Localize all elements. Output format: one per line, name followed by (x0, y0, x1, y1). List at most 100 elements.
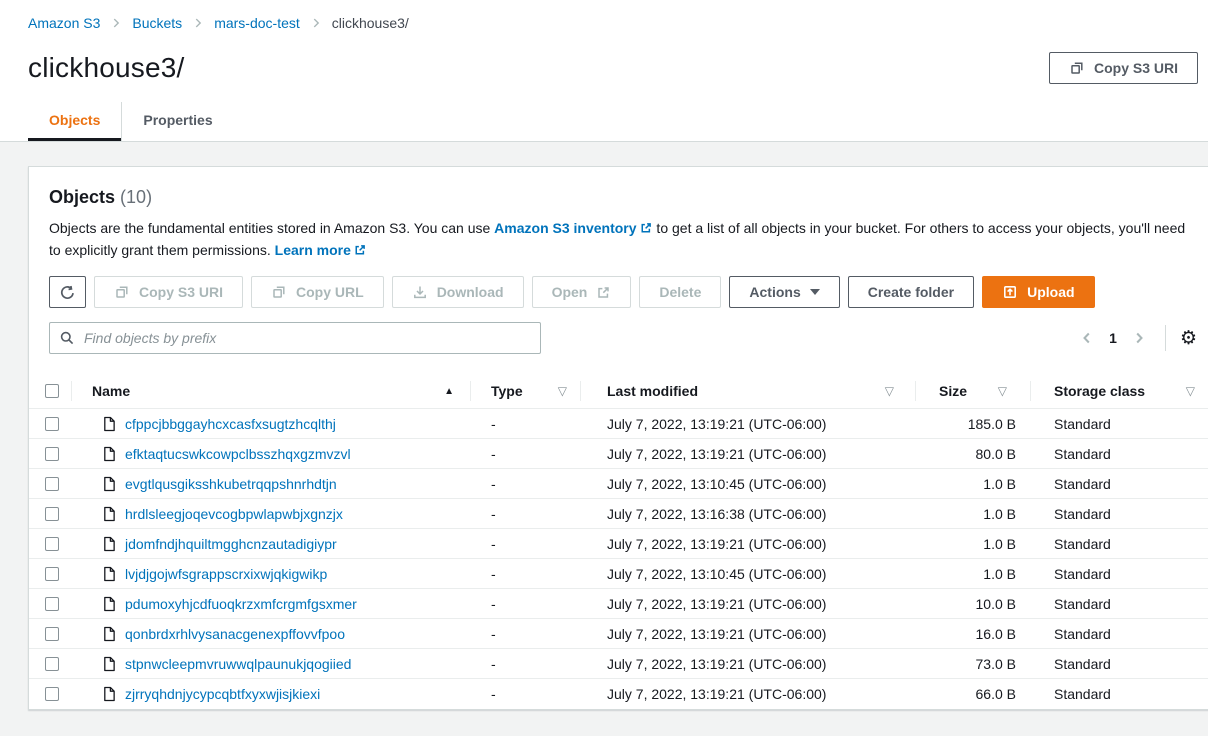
column-header-size[interactable]: Size ▽ (916, 374, 1031, 408)
amazon-s3-inventory-link[interactable]: Amazon S3 inventory (494, 220, 636, 236)
table-row: hrdlsleegjoqevcogbpwlapwbjxgnzjx - July … (29, 499, 1208, 529)
object-last-modified: July 7, 2022, 13:10:45 (UTC-06:00) (581, 469, 916, 498)
object-storage-class: Standard (1031, 559, 1208, 588)
copy-s3-uri-header-button[interactable]: Copy S3 URI (1049, 52, 1198, 84)
sort-icon: ▽ (1186, 384, 1195, 398)
copy-icon (271, 284, 287, 300)
tab-properties[interactable]: Properties (121, 102, 233, 141)
settings-gear-icon[interactable]: ⚙ (1180, 329, 1197, 348)
sort-icon: ▽ (558, 384, 567, 398)
file-icon (102, 476, 116, 492)
column-header-name[interactable]: Name ▲ (72, 374, 471, 408)
tab-objects[interactable]: Objects (28, 102, 121, 141)
objects-description: Objects are the fundamental entities sto… (49, 218, 1189, 262)
breadcrumb-current-folder: clickhouse3/ (332, 15, 409, 31)
row-checkbox[interactable] (45, 597, 59, 611)
table-header: Name ▲ Type ▽ Last modified ▽ Size ▽ Sto… (29, 374, 1208, 409)
previous-page-button[interactable] (1077, 328, 1097, 348)
table-row: jdomfndjhquiltmgghcnzautadigiypr - July … (29, 529, 1208, 559)
object-size: 1.0 B (916, 469, 1031, 498)
column-header-storage-class[interactable]: Storage class ▽ (1031, 374, 1208, 408)
copy-icon (1069, 60, 1085, 76)
download-button[interactable]: Download (392, 276, 524, 308)
object-name-link[interactable]: lvjdjgojwfsgrappscrxixwjqkigwikp (125, 566, 327, 582)
upload-button[interactable]: Upload (982, 276, 1094, 308)
row-checkbox[interactable] (45, 417, 59, 431)
search-input[interactable] (49, 322, 541, 354)
download-icon (412, 284, 428, 300)
object-type: - (471, 559, 581, 588)
objects-count: (10) (120, 187, 152, 207)
object-name-link[interactable]: cfppcjbbggayhcxcasfxsugtzhcqlthj (125, 416, 336, 432)
file-icon (102, 536, 116, 552)
object-name-link[interactable]: hrdlsleegjoqevcogbpwlapwbjxgnzjx (125, 506, 343, 522)
learn-more-link[interactable]: Learn more (275, 242, 351, 258)
object-last-modified: July 7, 2022, 13:19:21 (UTC-06:00) (581, 409, 916, 438)
object-size: 185.0 B (916, 409, 1031, 438)
object-name-link[interactable]: evgtlqusgiksshkubetrqqpshnrhdtjn (125, 476, 337, 492)
objects-heading-label: Objects (49, 187, 115, 207)
object-last-modified: July 7, 2022, 13:19:21 (UTC-06:00) (581, 589, 916, 618)
breadcrumb-buckets[interactable]: Buckets (132, 15, 182, 31)
row-checkbox[interactable] (45, 507, 59, 521)
copy-icon (114, 284, 130, 300)
column-header-type[interactable]: Type ▽ (471, 374, 581, 408)
row-checkbox[interactable] (45, 687, 59, 701)
breadcrumb-amazon-s3[interactable]: Amazon S3 (28, 15, 100, 31)
row-checkbox[interactable] (45, 627, 59, 641)
object-size: 1.0 B (916, 499, 1031, 528)
row-checkbox[interactable] (45, 537, 59, 551)
object-last-modified: July 7, 2022, 13:19:21 (UTC-06:00) (581, 679, 916, 709)
refresh-button[interactable] (49, 276, 86, 308)
object-size: 66.0 B (916, 679, 1031, 709)
divider (1165, 325, 1166, 351)
object-storage-class: Standard (1031, 409, 1208, 438)
table-body: cfppcjbbggayhcxcasfxsugtzhcqlthj - July … (29, 409, 1208, 709)
page-number[interactable]: 1 (1109, 330, 1117, 346)
delete-button[interactable]: Delete (639, 276, 721, 308)
next-page-button[interactable] (1129, 328, 1149, 348)
object-name-link[interactable]: pdumoxyhjcdfuoqkrzxmfcrgmfgsxmer (125, 596, 357, 612)
file-icon (102, 416, 116, 432)
table-row: cfppcjbbggayhcxcasfxsugtzhcqlthj - July … (29, 409, 1208, 439)
column-header-last-modified[interactable]: Last modified ▽ (581, 374, 916, 408)
object-name-link[interactable]: zjrryqhdnjycypcqbtfxyxwjisjkiexi (125, 686, 320, 702)
external-link-icon (354, 243, 366, 259)
object-storage-class: Standard (1031, 439, 1208, 468)
row-checkbox[interactable] (45, 657, 59, 671)
copy-url-button[interactable]: Copy URL (251, 276, 384, 308)
object-type: - (471, 469, 581, 498)
object-name-link[interactable]: efktaqtucswkcowpclbsszhqxgzmvzvl (125, 446, 351, 462)
table-row: evgtlqusgiksshkubetrqqpshnrhdtjn - July … (29, 469, 1208, 499)
row-checkbox[interactable] (45, 567, 59, 581)
external-link-icon (596, 285, 611, 300)
copy-s3-uri-button[interactable]: Copy S3 URI (94, 276, 243, 308)
object-name-link[interactable]: qonbrdxrhlvysanacgenexpffovvfpoo (125, 626, 345, 642)
caret-down-icon (810, 289, 820, 295)
object-type: - (471, 409, 581, 438)
object-type: - (471, 439, 581, 468)
select-all-checkbox[interactable] (45, 384, 59, 398)
object-last-modified: July 7, 2022, 13:16:38 (UTC-06:00) (581, 499, 916, 528)
table-row: stpnwcleepmvruwwqlpaunukjqogiied - July … (29, 649, 1208, 679)
row-checkbox[interactable] (45, 447, 59, 461)
actions-dropdown-button[interactable]: Actions (729, 276, 839, 308)
object-type: - (471, 529, 581, 558)
chevron-right-icon (191, 16, 205, 30)
chevron-right-icon (109, 16, 123, 30)
object-name-link[interactable]: jdomfndjhquiltmgghcnzautadigiypr (125, 536, 337, 552)
object-last-modified: July 7, 2022, 13:19:21 (UTC-06:00) (581, 649, 916, 678)
upload-icon (1002, 284, 1018, 300)
open-button[interactable]: Open (532, 276, 632, 308)
object-name-link[interactable]: stpnwcleepmvruwwqlpaunukjqogiied (125, 656, 351, 672)
object-size: 80.0 B (916, 439, 1031, 468)
table-row: zjrryqhdnjycypcqbtfxyxwjisjkiexi - July … (29, 679, 1208, 709)
object-type: - (471, 589, 581, 618)
sort-icon: ▽ (998, 384, 1007, 398)
object-last-modified: July 7, 2022, 13:19:21 (UTC-06:00) (581, 529, 916, 558)
file-icon (102, 446, 116, 462)
breadcrumb: Amazon S3 Buckets mars-doc-test clickhou… (0, 14, 1208, 32)
row-checkbox[interactable] (45, 477, 59, 491)
breadcrumb-bucket-name[interactable]: mars-doc-test (214, 15, 300, 31)
create-folder-button[interactable]: Create folder (848, 276, 974, 308)
